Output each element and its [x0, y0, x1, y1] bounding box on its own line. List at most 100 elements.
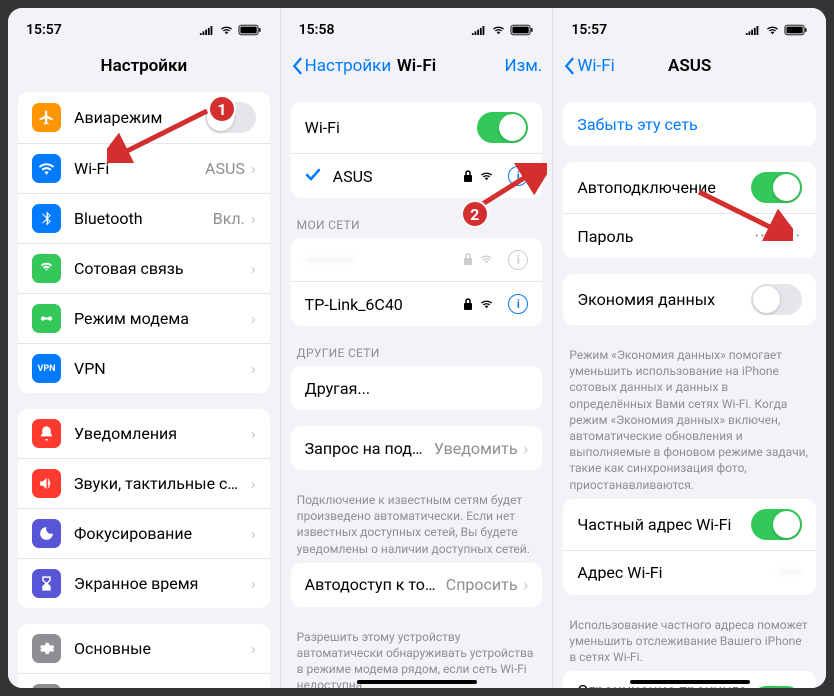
nav-bar: Настройки Wi-Fi Изм.: [281, 44, 553, 88]
wifi-toggle-row[interactable]: Wi-Fi: [291, 102, 543, 154]
speaker-icon: [32, 469, 61, 498]
row-label: Экономия данных: [577, 290, 751, 309]
bluetooth-row[interactable]: BluetoothВкл.›: [18, 194, 270, 244]
hourglass-icon: [32, 569, 61, 598]
back-label: Настройки: [305, 56, 392, 76]
network-icons: i: [463, 294, 528, 314]
wifi-icon: [32, 154, 61, 183]
row-label: Адрес Wi-Fi: [577, 563, 771, 582]
lock-icon: [463, 170, 473, 183]
cellular-row[interactable]: Сотовая связь ›: [18, 244, 270, 294]
notifications-row[interactable]: Уведомления›: [18, 409, 270, 459]
section-footer: Подключение к известным сетям будет прои…: [281, 486, 553, 563]
autoconnect-toggle[interactable]: [751, 172, 802, 203]
bluetooth-icon: [32, 204, 61, 233]
wifi-row[interactable]: Wi-FiASUS›: [18, 144, 270, 194]
chevron-right-icon: ›: [251, 209, 256, 228]
network-row[interactable]: ———— i: [291, 238, 543, 282]
edit-button[interactable]: Изм.: [504, 56, 542, 76]
status-bar: 15:58: [281, 8, 553, 44]
row-label: VPN: [74, 359, 245, 378]
airplane-icon: [32, 103, 61, 132]
page-title: Wi-Fi: [397, 56, 436, 76]
row-label: Запрос на подключение: [305, 439, 428, 458]
screentime-row[interactable]: Экранное время ›: [18, 559, 270, 608]
forget-network-row[interactable]: Забыть эту сеть: [563, 102, 816, 146]
hotspot-row[interactable]: Режим модема ›: [18, 294, 270, 344]
info-icon[interactable]: i: [508, 166, 528, 186]
back-label: Wi-Fi: [577, 56, 614, 76]
status-icons: [745, 24, 808, 36]
status-icons: [199, 24, 262, 36]
lowdata-toggle[interactable]: [751, 284, 802, 315]
private-toggle[interactable]: [751, 509, 802, 540]
row-label: Wi-Fi: [305, 118, 478, 137]
nav-bar: Настройки: [8, 44, 280, 88]
page-title: ASUS: [668, 56, 711, 76]
wifi-signal-icon: [479, 171, 494, 182]
wifi-signal-icon: [479, 299, 494, 310]
row-label: Экранное время: [74, 574, 245, 593]
status-icons: [471, 24, 534, 36]
annotation-badge-1: 1: [208, 95, 236, 123]
ask-to-join-row[interactable]: Запрос на подключениеУведомить›: [291, 426, 543, 470]
autoconnect-row[interactable]: Автоподключение: [563, 162, 816, 214]
info-icon[interactable]: i: [508, 294, 528, 314]
private-addr-row[interactable]: Частный адрес Wi-Fi: [563, 499, 816, 551]
home-indicator[interactable]: [630, 680, 750, 684]
vpn-row[interactable]: VPNVPN›: [18, 344, 270, 393]
connected-network-row[interactable]: ASUSi: [291, 154, 543, 198]
chevron-right-icon: ›: [251, 309, 256, 328]
other-network-row[interactable]: Другая...: [291, 366, 543, 410]
annotation-badge-2: 2: [461, 200, 489, 228]
status-time: 15:58: [299, 22, 335, 38]
sliders-icon: [32, 684, 61, 688]
moon-icon: [32, 519, 61, 548]
status-time: 15:57: [26, 22, 62, 38]
tracking-toggle[interactable]: [751, 686, 802, 688]
focus-row[interactable]: Фокусирование›: [18, 509, 270, 559]
network-name: ————: [305, 250, 464, 269]
bell-icon: [32, 419, 61, 448]
wifi-detail-screen: 15:57 Wi-Fi ASUS Забыть эту сеть Автопод…: [553, 8, 826, 688]
chevron-right-icon: ›: [524, 439, 529, 458]
row-label: Забыть эту сеть: [577, 115, 802, 134]
chevron-right-icon: ›: [251, 259, 256, 278]
row-label: Bluetooth: [74, 209, 207, 228]
row-label: Звуки, тактильные сигналы: [74, 474, 245, 493]
row-label: Сотовая связь: [74, 259, 245, 278]
section-footer: Режим «Экономия данных» помогает уменьши…: [553, 341, 826, 499]
lock-icon: [463, 298, 473, 311]
auto-hotspot-row[interactable]: Автодоступ к точкеСпросить›: [291, 563, 543, 607]
info-icon[interactable]: i: [508, 250, 528, 270]
section-header: ДРУГИЕ СЕТИ: [281, 342, 553, 366]
chevron-right-icon: ›: [251, 639, 256, 658]
lock-icon: [463, 253, 473, 266]
status-bar: 15:57: [8, 8, 280, 44]
back-button[interactable]: Настройки: [291, 56, 392, 76]
row-label: Автодоступ к точке: [305, 575, 440, 594]
wifi-toggle[interactable]: [477, 112, 528, 143]
chevron-right-icon: ›: [251, 359, 256, 378]
row-label: Режим модема: [74, 309, 245, 328]
control-row[interactable]: Пункт управления›: [18, 674, 270, 688]
wifi-addr-row[interactable]: Адрес Wi-Fi——: [563, 551, 816, 595]
section-footer: Разрешить этому устройству автоматически…: [281, 623, 553, 688]
home-indicator[interactable]: [357, 680, 477, 684]
lowdata-row[interactable]: Экономия данных: [563, 274, 816, 325]
status-time: 15:57: [571, 22, 607, 38]
general-row[interactable]: Основные›: [18, 624, 270, 674]
hotspot-icon: [32, 304, 61, 333]
nav-bar: Wi-Fi ASUS: [553, 44, 826, 88]
chevron-right-icon: ›: [251, 574, 256, 593]
cellular-icon: [32, 254, 61, 283]
back-button[interactable]: Wi-Fi: [563, 56, 614, 76]
row-label: Уведомления: [74, 424, 245, 443]
wifi-signal-icon: [479, 254, 494, 265]
sounds-row[interactable]: Звуки, тактильные сигналы›: [18, 459, 270, 509]
password-row[interactable]: Пароль••••••••: [563, 214, 816, 258]
page-title: Настройки: [101, 56, 188, 76]
network-row[interactable]: TP-Link_6C40i: [291, 282, 543, 326]
network-icons: i: [463, 250, 528, 270]
row-detail: ASUS: [205, 159, 245, 178]
